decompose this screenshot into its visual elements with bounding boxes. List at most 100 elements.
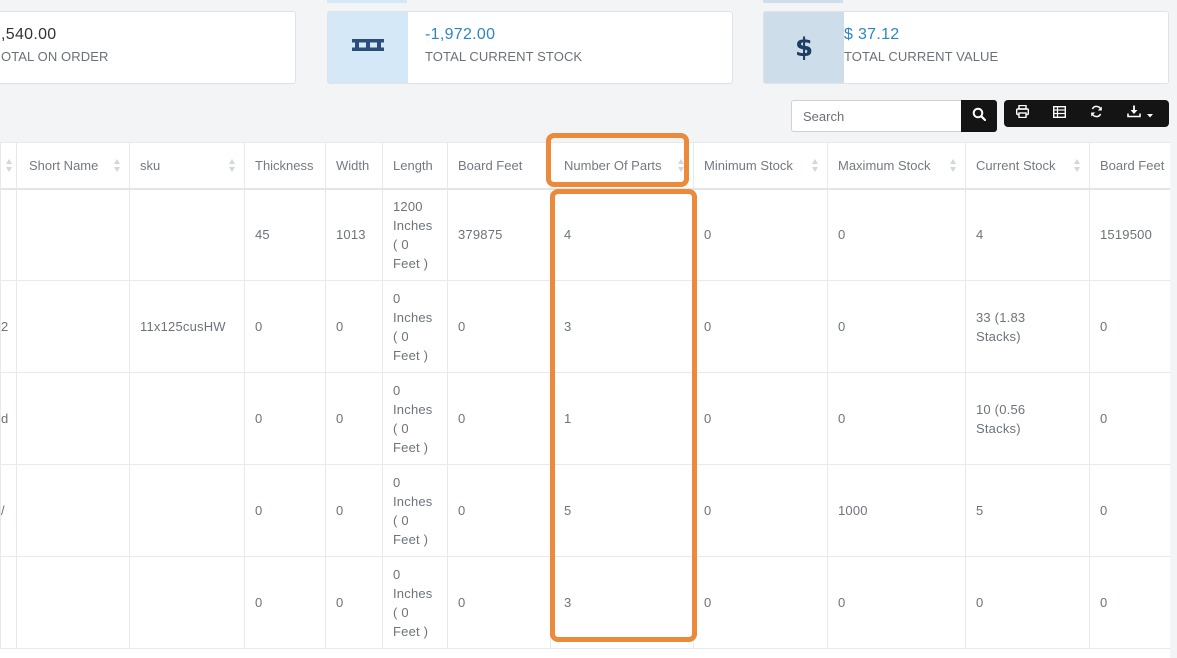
cell-first: /	[0, 464, 17, 557]
length-line: ( 0	[393, 328, 409, 344]
cell-short-name	[16, 280, 130, 373]
download-icon	[1127, 105, 1143, 123]
cell-thickness: 0	[244, 372, 326, 465]
cell-maximum-stock: 0	[827, 188, 966, 281]
cell-board-feet: 0	[447, 372, 551, 465]
cell-length: 0 Inches ( 0 Feet )	[382, 556, 448, 649]
length-line: Feet )	[393, 623, 429, 639]
length-line: Feet )	[393, 347, 429, 363]
table-header-row: Short Name sku Thickness Width Length Bo…	[0, 142, 1170, 190]
cell-minimum-stock: 0	[693, 372, 828, 465]
cell-sku	[129, 372, 245, 465]
current-value-amount: $ 37.12	[844, 26, 900, 43]
cell-board-feet: 379875	[447, 188, 551, 281]
cell-sku	[129, 556, 245, 649]
search-input[interactable]	[791, 100, 961, 132]
print-button[interactable]	[1004, 100, 1041, 127]
length-line: ( 0	[393, 236, 409, 252]
sort-icon	[114, 159, 121, 172]
inventory-table: Short Name sku Thickness Width Length Bo…	[0, 142, 1170, 649]
length-line: 0	[393, 382, 401, 398]
cell-current-stock: 0	[965, 556, 1090, 649]
cell-maximum-stock: 0	[827, 372, 966, 465]
cell-thickness: 45	[244, 188, 326, 281]
cell-board-feet-total: 0	[1089, 464, 1170, 557]
sort-icon	[678, 159, 685, 172]
cell-board-feet-total: 0	[1089, 280, 1170, 373]
export-button[interactable]	[1115, 100, 1165, 127]
cell-length: 0 Inches ( 0 Feet )	[382, 372, 448, 465]
length-line: Feet )	[393, 531, 429, 547]
inventory-table-container: Short Name sku Thickness Width Length Bo…	[0, 142, 1170, 658]
cell-first: 2	[0, 280, 17, 373]
length-line: 0	[393, 566, 401, 582]
cell-width: 0	[325, 464, 383, 557]
cell-first	[0, 188, 17, 281]
column-header-number-of-parts[interactable]: Number Of Parts	[550, 142, 694, 190]
column-header-length[interactable]: Length	[382, 142, 448, 190]
length-line: ( 0	[393, 512, 409, 528]
cell-sku	[129, 464, 245, 557]
search-button[interactable]	[961, 100, 997, 132]
cell-thickness: 0	[244, 280, 326, 373]
column-header-short-name[interactable]: Short Name	[16, 142, 130, 190]
stat-card-on-order: ,540.00 OTAL ON ORDER	[0, 11, 296, 84]
column-header-thickness[interactable]: Thickness	[244, 142, 326, 190]
cell-minimum-stock: 0	[693, 188, 828, 281]
cell-current-stock: 5	[965, 464, 1090, 557]
column-header-current-stock[interactable]: Current Stock	[965, 142, 1090, 190]
length-line: Inches	[393, 493, 433, 509]
column-header[interactable]	[0, 142, 17, 190]
length-line: Inches	[393, 217, 433, 233]
dollar-icon: $	[794, 32, 814, 63]
column-header-width[interactable]: Width	[325, 142, 383, 190]
cell-thickness: 0	[244, 556, 326, 649]
length-line: ( 0	[393, 604, 409, 620]
cell-board-feet-total: 0	[1089, 372, 1170, 465]
cell-minimum-stock: 0	[693, 464, 828, 557]
on-order-label: OTAL ON ORDER	[1, 49, 109, 64]
refresh-button[interactable]	[1078, 100, 1115, 127]
cell-board-feet: 0	[447, 280, 551, 373]
cell-sku: 11x125cusHW	[129, 280, 245, 373]
cell-short-name	[16, 556, 130, 649]
stock-icon-box	[328, 12, 408, 83]
cell-width: 0	[325, 556, 383, 649]
sort-icon	[812, 159, 819, 172]
cell-board-feet: 0	[447, 556, 551, 649]
chevron-down-icon	[1147, 105, 1153, 123]
column-header-sku[interactable]: sku	[129, 142, 245, 190]
cell-number-of-parts: 1	[550, 372, 694, 465]
card-top-strip	[327, 0, 407, 3]
columns-icon	[1052, 105, 1067, 123]
table-row: 2 11x125cusHW 0 0 0 Inches( 0 Feet ) 0 3 0 0 33 (1.…	[0, 280, 1170, 373]
refresh-icon	[1090, 105, 1103, 123]
columns-button[interactable]	[1041, 100, 1078, 127]
cell-first	[0, 556, 17, 649]
sort-icon	[229, 159, 236, 172]
sort-icon	[1074, 159, 1081, 172]
column-header-maximum-stock[interactable]: Maximum Stock	[827, 142, 966, 190]
search-icon	[972, 107, 987, 126]
length-line: 0	[393, 290, 401, 306]
pallet-icon	[352, 38, 384, 57]
column-header-minimum-stock[interactable]: Minimum Stock	[693, 142, 828, 190]
length-line: 0	[393, 474, 401, 490]
cell-current-stock: 10 (0.56 Stacks)	[965, 372, 1090, 465]
stat-card-current-stock: -1,972.00 TOTAL CURRENT STOCK	[327, 11, 733, 84]
cell-number-of-parts: 4	[550, 188, 694, 281]
cell-board-feet: 0	[447, 464, 551, 557]
cell-current-stock: 4	[965, 188, 1090, 281]
cell-short-name	[16, 372, 130, 465]
cell-thickness: 0	[244, 464, 326, 557]
cell-sku	[129, 188, 245, 281]
sort-icon	[6, 159, 13, 172]
length-line: ( 0	[393, 420, 409, 436]
cell-length: 0 Inches ( 0 Feet )	[382, 280, 448, 373]
column-header-board-feet[interactable]: Board Feet	[447, 142, 551, 190]
print-icon	[1015, 104, 1030, 123]
column-header-board-feet-total[interactable]: Board Feet	[1089, 142, 1170, 190]
cell-board-feet-total: 1519500	[1089, 188, 1170, 281]
cell-length: 0 Inches ( 0 Feet )	[382, 464, 448, 557]
current-value-label: TOTAL CURRENT VALUE	[844, 49, 999, 64]
